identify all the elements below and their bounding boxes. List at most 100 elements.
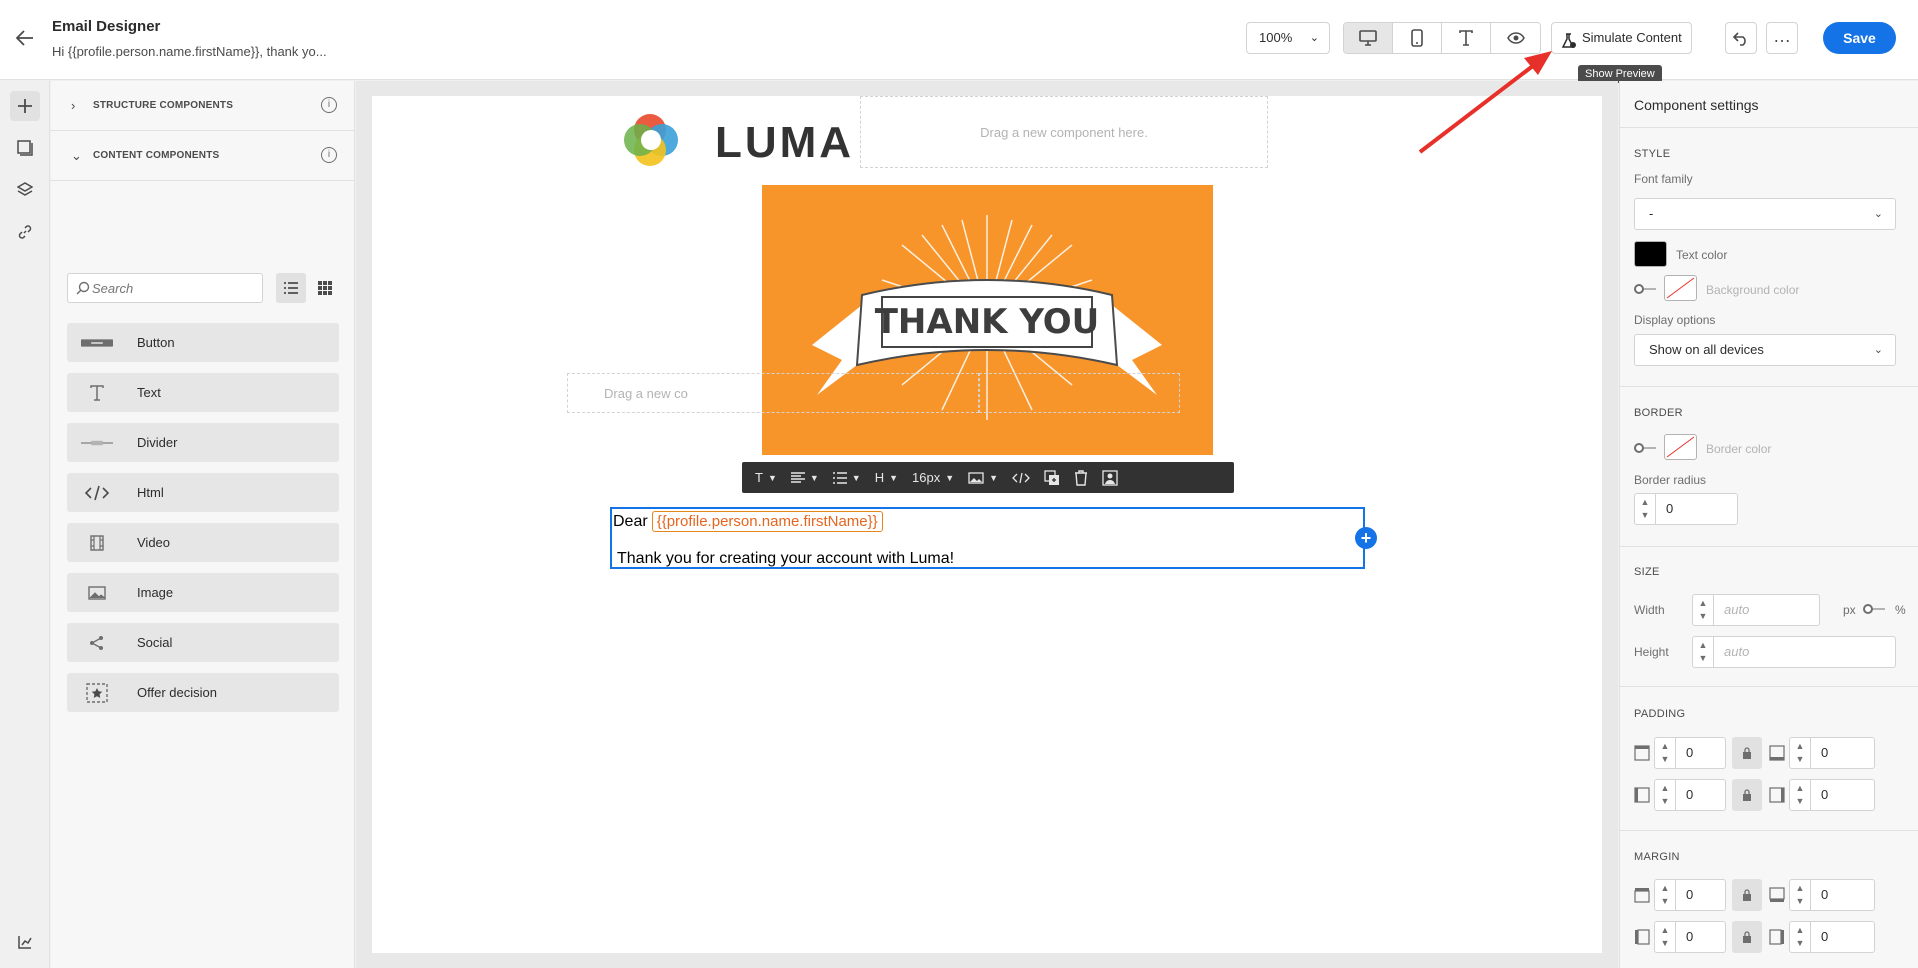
- component-offer-decision[interactable]: Offer decision: [67, 673, 339, 712]
- component-search[interactable]: [67, 273, 263, 303]
- width-value[interactable]: auto: [1714, 594, 1820, 626]
- border-color-toggle[interactable]: [1634, 442, 1660, 454]
- divider: [1620, 127, 1918, 128]
- component-button[interactable]: Button: [67, 323, 339, 362]
- drop-zone-2[interactable]: Drag a new co: [567, 373, 979, 413]
- stepper-arrows-icon[interactable]: ▲ ▼: [1789, 879, 1811, 911]
- preview-button[interactable]: [1491, 23, 1540, 53]
- body-text[interactable]: Thank you for creating your account with…: [617, 550, 954, 568]
- padding-right-value[interactable]: 0: [1811, 779, 1875, 811]
- chevron-down-icon: ▼: [989, 472, 999, 483]
- padding-left-value[interactable]: 0: [1676, 779, 1726, 811]
- margin-lock-button[interactable]: [1732, 879, 1762, 911]
- component-social[interactable]: Social: [67, 623, 339, 662]
- personalization-button[interactable]: [1095, 462, 1125, 493]
- info-icon[interactable]: i: [321, 147, 337, 163]
- margin-left-value[interactable]: 0: [1676, 921, 1726, 953]
- thank-you-image[interactable]: THANK YOU: [762, 185, 1213, 455]
- save-button[interactable]: Save: [1823, 22, 1896, 54]
- chevron-down-icon: ▼: [889, 472, 899, 483]
- text-color-swatch[interactable]: [1634, 241, 1667, 267]
- add-component-plus-icon[interactable]: +: [1355, 527, 1377, 549]
- margin-lock-button[interactable]: [1732, 921, 1762, 953]
- duplicate-button[interactable]: [1037, 462, 1067, 493]
- lock-icon: [1743, 889, 1751, 901]
- undo-button[interactable]: [1725, 22, 1757, 54]
- padding-lock-button[interactable]: [1732, 737, 1762, 769]
- border-radius-label: Border radius: [1634, 473, 1707, 487]
- stepper-arrows-icon[interactable]: ▲ ▼: [1654, 779, 1676, 811]
- stepper-arrows-icon[interactable]: ▲ ▼: [1789, 737, 1811, 769]
- stepper-arrows-icon[interactable]: ▲ ▼: [1692, 636, 1714, 668]
- margin-bottom-value[interactable]: 0: [1811, 879, 1875, 911]
- display-options-select[interactable]: Show on all devices ⌄: [1634, 334, 1896, 366]
- back-arrow-icon[interactable]: [14, 28, 36, 50]
- info-icon[interactable]: i: [321, 97, 337, 113]
- email-canvas[interactable]: LUMA Drag a new component here. THANK YO…: [372, 96, 1602, 953]
- size-section-label: SIZE: [1634, 566, 1660, 578]
- background-color-label: Background color: [1706, 283, 1800, 297]
- desktop-view-button[interactable]: [1344, 23, 1393, 53]
- height-value[interactable]: auto: [1714, 636, 1896, 668]
- zoom-select[interactable]: 100% ⌄: [1246, 22, 1330, 54]
- greeting-line[interactable]: Dear {{profile.person.name.firstName}}: [613, 511, 883, 532]
- settings-rail-button[interactable]: [10, 927, 40, 957]
- chevron-down-icon: ▼: [809, 472, 819, 483]
- chevron-down-icon: ⌄: [1873, 344, 1883, 356]
- padding-top-value[interactable]: 0: [1676, 737, 1726, 769]
- padding-lock-button[interactable]: [1732, 779, 1762, 811]
- search-input[interactable]: [92, 274, 262, 302]
- unit-toggle[interactable]: [1863, 603, 1889, 615]
- simulate-content-button[interactable]: Simulate Content: [1551, 22, 1692, 54]
- component-text[interactable]: Text: [67, 373, 339, 412]
- component-label: Html: [137, 485, 164, 500]
- list-view-button[interactable]: [276, 273, 306, 303]
- more-options-button[interactable]: …: [1766, 22, 1798, 54]
- border-radius-value[interactable]: 0: [1656, 493, 1738, 525]
- stepper-arrows-icon[interactable]: ▲ ▼: [1654, 921, 1676, 953]
- component-video[interactable]: Video: [67, 523, 339, 562]
- links-button[interactable]: [10, 217, 40, 247]
- drop-zone-text: Drag a new component here.: [980, 124, 1148, 140]
- text-icon: T: [755, 470, 763, 485]
- delete-button[interactable]: [1067, 462, 1095, 493]
- heading-menu[interactable]: H ▼: [868, 462, 905, 493]
- component-html[interactable]: Html: [67, 473, 339, 512]
- stepper-arrows-icon[interactable]: ▲ ▼: [1789, 779, 1811, 811]
- list-icon: [284, 282, 298, 294]
- component-settings-panel: Component settings STYLE Font family - ⌄…: [1619, 81, 1918, 968]
- layers-button[interactable]: [10, 175, 40, 205]
- background-color-swatch[interactable]: [1664, 275, 1697, 301]
- grid-view-button[interactable]: [310, 273, 340, 303]
- stepper-arrows-icon[interactable]: ▲ ▼: [1692, 594, 1714, 626]
- list-menu[interactable]: ▼: [826, 462, 868, 493]
- drop-zone[interactable]: Drag a new component here.: [860, 96, 1268, 168]
- text-view-button[interactable]: [1442, 23, 1491, 53]
- margin-top-value[interactable]: 0: [1676, 879, 1726, 911]
- stepper-arrows-icon[interactable]: ▲ ▼: [1654, 737, 1676, 769]
- drop-zone-3[interactable]: [979, 373, 1180, 413]
- content-components-header[interactable]: ⌄ CONTENT COMPONENTS i: [51, 131, 355, 181]
- structure-components-header[interactable]: › STRUCTURE COMPONENTS i: [51, 81, 355, 131]
- font-family-select[interactable]: - ⌄: [1634, 198, 1896, 230]
- personalization-token[interactable]: {{profile.person.name.firstName}}: [651, 511, 883, 532]
- font-style-menu[interactable]: T ▼: [748, 462, 784, 493]
- stepper-arrows-icon[interactable]: ▲ ▼: [1789, 921, 1811, 953]
- margin-right-value[interactable]: 0: [1811, 921, 1875, 953]
- stepper-arrows-icon[interactable]: ▲ ▼: [1634, 493, 1656, 525]
- padding-bottom-value[interactable]: 0: [1811, 737, 1875, 769]
- font-size-menu[interactable]: 16px ▼: [905, 462, 961, 493]
- selected-text-component[interactable]: Dear {{profile.person.name.firstName}} Th…: [610, 507, 1365, 569]
- background-color-toggle[interactable]: [1634, 283, 1660, 295]
- component-divider[interactable]: Divider: [67, 423, 339, 462]
- luma-logo[interactable]: LUMA: [620, 104, 860, 176]
- assets-button[interactable]: [10, 133, 40, 163]
- add-components-button[interactable]: [10, 91, 40, 121]
- align-menu[interactable]: ▼: [784, 462, 826, 493]
- mobile-view-button[interactable]: [1393, 23, 1442, 53]
- stepper-arrows-icon[interactable]: ▲ ▼: [1654, 879, 1676, 911]
- border-color-swatch[interactable]: [1664, 434, 1697, 460]
- code-button[interactable]: [1005, 462, 1037, 493]
- component-image[interactable]: Image: [67, 573, 339, 612]
- insert-image-menu[interactable]: ▼: [961, 462, 1005, 493]
